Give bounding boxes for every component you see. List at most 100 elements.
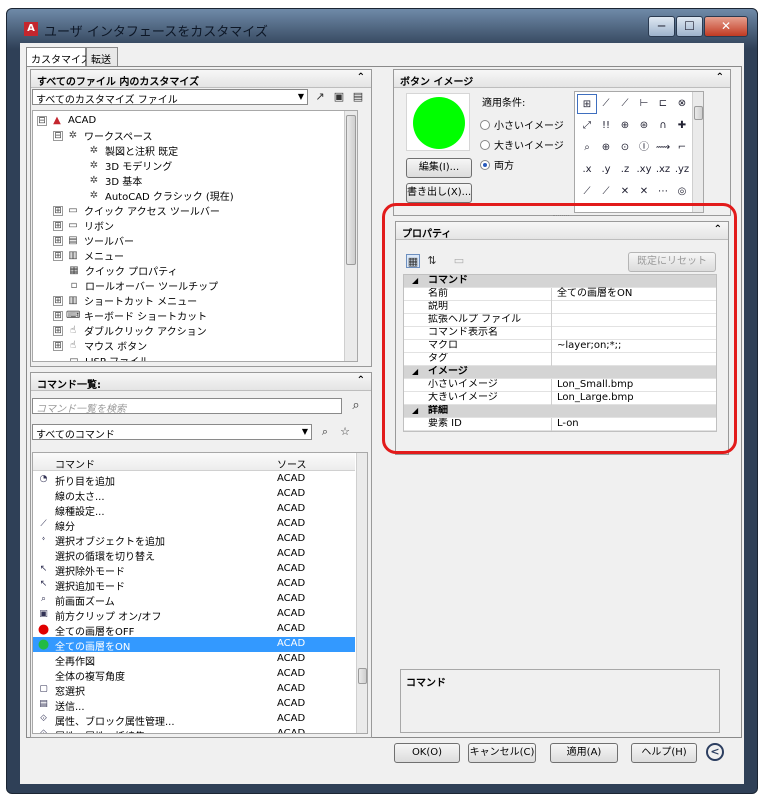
column-command[interactable]: コマンド	[55, 456, 95, 471]
property-row[interactable]: マクロ ~layer;on;*;;	[404, 340, 716, 353]
image-icon[interactable]: ⊗	[672, 94, 692, 114]
column-source[interactable]: ソース	[277, 456, 307, 471]
tree-item-menus[interactable]: ⊞ ▥ メニュー	[53, 248, 124, 263]
image-icon[interactable]: ⟋	[596, 182, 616, 202]
property-value[interactable]: Lon_Large.bmp	[554, 392, 634, 404]
property-row[interactable]: 要素 ID L-on	[404, 418, 716, 431]
image-icon[interactable]: Ⓘ	[634, 138, 654, 158]
command-row[interactable]: 全再作図 ACAD	[33, 652, 355, 668]
expand-icon[interactable]: ⊞	[53, 220, 63, 231]
scrollbar-thumb[interactable]	[346, 115, 356, 265]
tree-item-quick-access-toolbar[interactable]: ⊞ ▭ クイック アクセス ツールバー	[53, 203, 220, 218]
property-row[interactable]: タグ	[404, 353, 716, 366]
command-row[interactable]: 選択の循環を切り替え ACAD	[33, 547, 355, 563]
image-icon[interactable]: ◎	[672, 182, 692, 202]
category-image[interactable]: ◢ イメージ	[404, 366, 716, 379]
property-value[interactable]: 全ての画層をON	[554, 288, 632, 300]
expand-icon[interactable]: ⊞	[53, 310, 63, 321]
collapse-panel-icon[interactable]: <	[706, 743, 724, 761]
tree-item-double-click-actions[interactable]: ⊞ ☝ ダブルクリック アクション	[53, 323, 207, 338]
tree-item-keyboard-shortcuts[interactable]: ⊞ ⌨ キーボード ショートカット	[53, 308, 207, 323]
image-icon[interactable]: ⌕	[577, 138, 597, 158]
image-icon[interactable]: ✕	[634, 182, 654, 202]
property-row[interactable]: 拡張ヘルプ ファイル	[404, 314, 716, 327]
tree-item-quick-properties[interactable]: ▦ クイック プロパティ	[67, 263, 177, 279]
image-icon[interactable]: .y	[596, 160, 616, 180]
command-row[interactable]: ⟋ 線分 ACAD	[33, 517, 355, 533]
image-icon[interactable]: !!	[596, 116, 616, 136]
collapse-icon[interactable]: ⌃	[357, 72, 365, 83]
scrollbar-thumb[interactable]	[694, 106, 703, 120]
splitter-grip[interactable]	[553, 215, 569, 218]
command-row[interactable]: 線種設定... ACAD	[33, 502, 355, 518]
image-icon[interactable]: ⊞	[577, 94, 597, 114]
command-row[interactable]: ↖ 選択追加モード ACAD	[33, 577, 355, 593]
apply-button[interactable]: 適用(A)	[550, 743, 618, 763]
image-icon[interactable]: ⊢	[634, 94, 654, 114]
command-row[interactable]: ◔ 折り目を追加 ACAD	[33, 472, 355, 488]
tree-item-mouse-buttons[interactable]: ⊞ ☝ マウス ボタン	[53, 338, 147, 353]
collapse-icon[interactable]: ⌃	[357, 375, 365, 386]
help-button[interactable]: ヘルプ(H)	[631, 743, 697, 763]
collapse-icon[interactable]: ⊟	[37, 115, 47, 126]
tree-scrollbar[interactable]	[344, 111, 357, 361]
image-icon[interactable]: ⊛	[634, 116, 654, 136]
expand-icon[interactable]: ⊞	[53, 205, 63, 216]
new-command-icon[interactable]: ☆	[338, 425, 352, 439]
collapse-icon[interactable]: ⊟	[53, 130, 63, 141]
command-list-scrollbar[interactable]	[356, 453, 367, 733]
expand-icon[interactable]: ⊞	[53, 325, 63, 336]
image-icon[interactable]: .x	[577, 160, 597, 180]
tree-item-rollover-tooltips[interactable]: ▫ ロールオーバー ツールチップ	[67, 278, 218, 294]
save-icon[interactable]: ▣	[332, 90, 346, 104]
maximize-button[interactable]: ☐	[676, 16, 703, 37]
categorized-view-icon[interactable]: ▦	[406, 254, 420, 268]
edit-image-button[interactable]: 編集(I)...	[406, 158, 472, 178]
tree-item-workspace-drafting[interactable]: ✲ 製図と注釈 既定	[87, 143, 178, 159]
view-icon[interactable]: ▤	[351, 90, 365, 104]
property-value[interactable]: ~layer;on;*;;	[554, 340, 621, 352]
customize-panel-header[interactable]: すべてのファイル 内のカスタマイズ ⌃	[31, 70, 371, 88]
image-icon[interactable]: ⊕	[615, 116, 635, 136]
command-search-input[interactable]: コマンド一覧を検索	[32, 398, 342, 415]
tree-item-toolbars[interactable]: ⊞ ▤ ツールバー	[53, 233, 134, 248]
command-list-header[interactable]: コマンド一覧: ⌃	[31, 373, 371, 391]
image-icon[interactable]: ⤢	[577, 116, 597, 136]
expand-icon[interactable]: ⊞	[53, 295, 63, 306]
property-row[interactable]: 説明	[404, 301, 716, 314]
find-command-icon[interactable]: ⌕	[318, 425, 332, 439]
command-row[interactable]: ⬫ 選択オブジェクトを追加 ACAD	[33, 532, 355, 548]
radio-small-image[interactable]: 小さいイメージ	[480, 117, 564, 132]
collapse-triangle-icon[interactable]: ◢	[412, 275, 418, 287]
tree-item-workspace-3d-modeling[interactable]: ✲ 3D モデリング	[87, 158, 172, 174]
minimize-button[interactable]: ─	[648, 16, 675, 37]
radio-large-image[interactable]: 大きいイメージ	[480, 137, 564, 152]
property-value[interactable]: L-on	[554, 418, 579, 430]
collapse-icon[interactable]: ⌃	[714, 224, 722, 235]
tree-item-lisp-files[interactable]: ▭ LISP ファイル	[67, 353, 149, 362]
scrollbar-thumb[interactable]	[358, 668, 367, 684]
cancel-button[interactable]: キャンセル(C)	[468, 743, 536, 763]
category-command[interactable]: ◢ コマンド	[404, 275, 716, 288]
tree-item-workspace-3d-basic[interactable]: ✲ 3D 基本	[87, 173, 142, 189]
image-icon[interactable]: ⊕	[596, 138, 616, 158]
image-icon[interactable]: ⟋	[596, 94, 616, 114]
image-icon[interactable]: ⟋	[577, 182, 597, 202]
property-row[interactable]: コマンド表示名	[404, 327, 716, 340]
image-icon[interactable]: ⋯	[653, 182, 673, 202]
command-row[interactable]: 全体の複写角度 ACAD	[33, 667, 355, 683]
image-icon[interactable]: ⟋	[615, 94, 635, 114]
tree-item-workspace-classic[interactable]: ✲ AutoCAD クラシック (現在)	[87, 188, 234, 204]
property-row[interactable]: 名前 全ての画層をON	[404, 288, 716, 301]
tree-item-ribbon[interactable]: ⊞ ▭ リボン	[53, 218, 114, 233]
property-pages-icon[interactable]: ▭	[452, 254, 466, 268]
image-icon[interactable]: ✚	[672, 116, 692, 136]
image-icon[interactable]: ⟿	[653, 138, 673, 158]
open-file-icon[interactable]: ↗	[313, 90, 327, 104]
sort-alphabetical-icon[interactable]: ⇅	[425, 254, 439, 268]
close-button[interactable]: ✕	[704, 16, 748, 37]
expand-icon[interactable]: ⊞	[53, 340, 63, 351]
command-row[interactable]: ⟐ 属性、ブロック属性管理... ACAD	[33, 712, 355, 728]
command-row[interactable]: ↖ 選択除外モード ACAD	[33, 562, 355, 578]
tree-item-workspaces[interactable]: ⊟ ✲ ワークスペース	[53, 128, 153, 143]
